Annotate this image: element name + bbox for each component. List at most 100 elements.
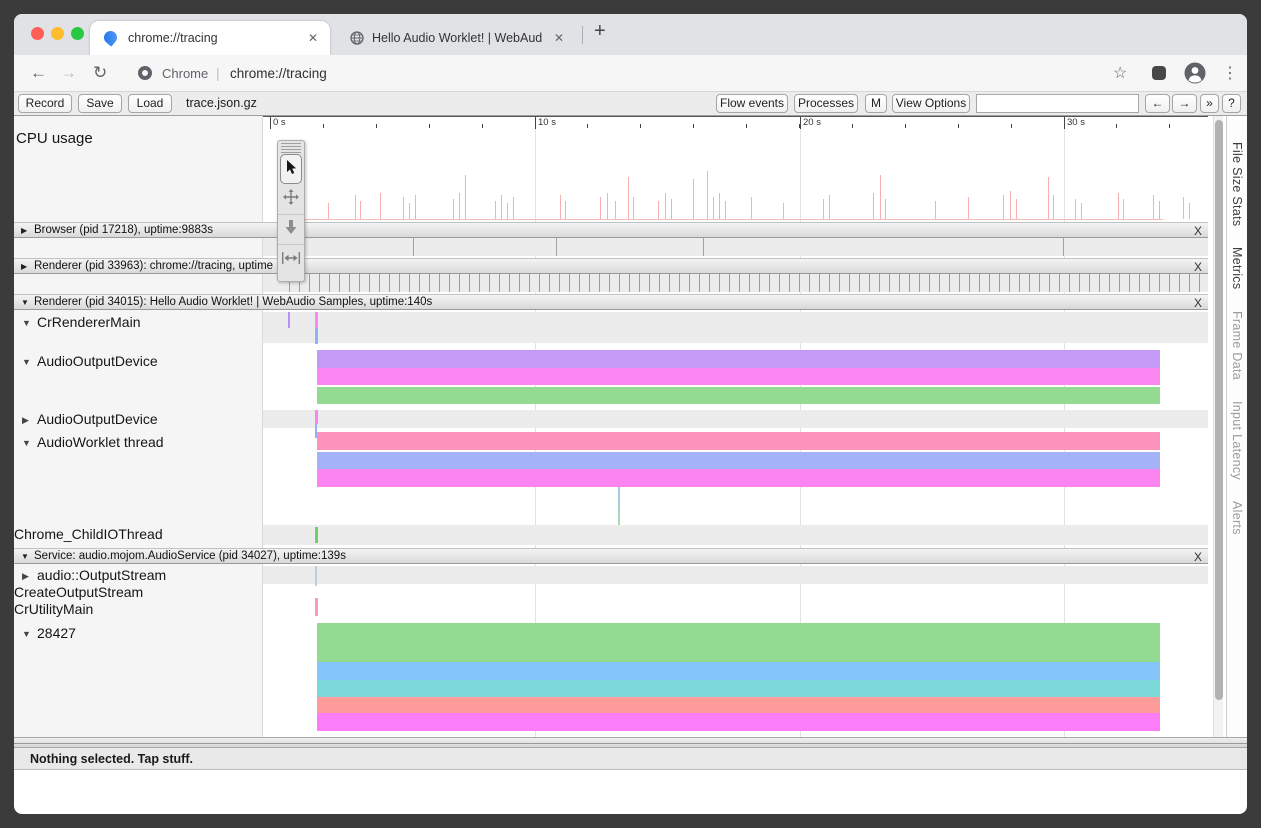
collapse-arrow-icon[interactable]: ▼: [22, 438, 37, 448]
slice-bar[interactable]: [317, 432, 1160, 450]
find-previous-button[interactable]: ←: [1145, 94, 1170, 113]
tab-tracing[interactable]: chrome://tracing ✕: [90, 21, 330, 55]
expand-arrow-icon[interactable]: ▶: [21, 226, 27, 235]
collapse-arrow-icon[interactable]: ▼: [21, 552, 29, 561]
trace-event[interactable]: [315, 566, 317, 586]
expand-arrow-icon[interactable]: ▶: [22, 415, 37, 426]
tab-close-icon[interactable]: ✕: [308, 31, 318, 45]
renderer-tracing-track[interactable]: [263, 274, 1208, 292]
selection-tool-button[interactable]: [280, 154, 302, 184]
track-view: 0 s10 s20 s30 s CPU usage ▶ Browser (pid…: [14, 116, 1247, 737]
slice-bar[interactable]: [317, 350, 1160, 368]
timing-tool-button[interactable]: [278, 245, 304, 275]
tab-close-icon[interactable]: ✕: [554, 31, 564, 45]
collapse-arrow-icon[interactable]: ▼: [22, 357, 37, 367]
slice-bar[interactable]: [317, 662, 1160, 680]
trace-event[interactable]: [315, 410, 318, 424]
minimize-window-button[interactable]: [51, 27, 64, 40]
close-track-icon[interactable]: X: [1194, 260, 1202, 274]
zoom-tool-button[interactable]: [278, 215, 304, 245]
tab-alerts[interactable]: Alerts: [1230, 501, 1244, 535]
palette-drag-handle[interactable]: [281, 143, 301, 153]
tab-frame-data[interactable]: Frame Data: [1230, 311, 1244, 380]
slice-bar[interactable]: [317, 697, 1160, 713]
vertical-scrollbar[interactable]: [1213, 116, 1223, 737]
trace-event[interactable]: [288, 312, 290, 328]
thread-label-audio-worklet[interactable]: ▼AudioWorklet thread: [22, 434, 164, 450]
collapse-arrow-icon[interactable]: ▼: [22, 318, 37, 328]
process-header-browser[interactable]: ▶ Browser (pid 17218), uptime:9883s X: [14, 222, 1208, 238]
zoom-window-button[interactable]: [71, 27, 84, 40]
time-ruler[interactable]: 0 s10 s20 s30 s: [263, 116, 1208, 128]
thread-label-create-output-stream[interactable]: CreateOutputStream: [14, 584, 143, 600]
collapse-arrow-icon[interactable]: ▼: [21, 298, 29, 307]
slice-bar[interactable]: [317, 387, 1160, 404]
analysis-resize-handle[interactable]: [14, 737, 1247, 748]
back-icon[interactable]: ←: [30, 63, 47, 83]
process-header-audio-service[interactable]: ▼ Service: audio.mojom.AudioService (pid…: [14, 548, 1208, 564]
view-options-button[interactable]: View Options: [892, 94, 970, 113]
slice-bar[interactable]: [317, 452, 1160, 469]
slice-bar[interactable]: [317, 469, 1160, 487]
thread-label-cr-renderer-main[interactable]: ▼CrRendererMain: [22, 314, 140, 330]
scrollbar-thumb[interactable]: [1215, 120, 1223, 700]
process-header-renderer-webaudio[interactable]: ▼ Renderer (pid 34015): Hello Audio Work…: [14, 294, 1208, 310]
trace-event[interactable]: [315, 598, 318, 616]
find-next-button[interactable]: →: [1172, 94, 1197, 113]
menu-kebab-icon[interactable]: ⋮: [1222, 63, 1238, 83]
find-input[interactable]: [976, 94, 1139, 113]
url-text[interactable]: chrome://tracing: [230, 66, 327, 81]
overflow-button[interactable]: »: [1200, 94, 1219, 113]
site-info-icon[interactable]: [138, 66, 152, 80]
tab-metrics[interactable]: Metrics: [1230, 247, 1244, 289]
new-tab-button[interactable]: +: [594, 20, 606, 43]
thread-label-audio-output-device-2[interactable]: ▶AudioOutputDevice: [22, 411, 158, 427]
reload-icon[interactable]: ↻: [93, 63, 107, 83]
process-header-renderer-tracing[interactable]: ▶ Renderer (pid 33963): chrome://tracing…: [14, 258, 1208, 274]
flow-events-button[interactable]: Flow events: [716, 94, 788, 113]
event-comb: [289, 274, 1208, 292]
help-button[interactable]: ?: [1222, 94, 1241, 113]
close-track-icon[interactable]: X: [1194, 296, 1202, 310]
trace-event[interactable]: [315, 312, 318, 328]
tab-file-size-stats[interactable]: File Size Stats: [1230, 142, 1244, 226]
slice-bar[interactable]: [317, 680, 1160, 697]
close-track-icon[interactable]: X: [1194, 550, 1202, 564]
extension-icon[interactable]: [1152, 66, 1166, 80]
collapse-arrow-icon[interactable]: ▼: [22, 629, 37, 639]
expand-arrow-icon[interactable]: ▶: [22, 571, 37, 582]
trace-event[interactable]: [315, 527, 318, 543]
slice-bar[interactable]: [317, 623, 1160, 662]
audio-output-device-2-track[interactable]: [263, 410, 1208, 428]
save-button[interactable]: Save: [78, 94, 122, 113]
processes-button[interactable]: Processes: [794, 94, 858, 113]
thread-label-audio-output-device[interactable]: ▼AudioOutputDevice: [22, 353, 158, 369]
thread-label-output-stream[interactable]: ▶audio::OutputStream: [22, 567, 166, 583]
load-button[interactable]: Load: [128, 94, 172, 113]
thread-label-28427[interactable]: ▼28427: [22, 625, 76, 641]
close-track-icon[interactable]: X: [1194, 224, 1202, 238]
slice-bar[interactable]: [317, 713, 1160, 731]
thread-label-chrome-child-io[interactable]: Chrome_ChildIOThread: [14, 526, 163, 542]
forward-icon[interactable]: →: [60, 63, 77, 83]
tab-webaudio[interactable]: Hello Audio Worklet! | WebAud ✕: [336, 21, 576, 55]
avatar[interactable]: [1184, 62, 1206, 89]
thread-name: CrRendererMain: [37, 314, 140, 330]
thread-name: CrUtilityMain: [14, 601, 93, 617]
metrics-button[interactable]: M: [865, 94, 887, 113]
record-button[interactable]: Record: [18, 94, 72, 113]
pan-tool-button[interactable]: [278, 185, 304, 215]
worklet-async-tick[interactable]: [618, 487, 620, 525]
output-stream-track[interactable]: [263, 566, 1208, 584]
trace-event[interactable]: [315, 328, 318, 344]
cpu-spike-layer[interactable]: [263, 128, 1208, 220]
expand-arrow-icon[interactable]: ▶: [21, 262, 27, 271]
close-window-button[interactable]: [31, 27, 44, 40]
thread-label-cr-utility-main[interactable]: CrUtilityMain: [14, 601, 93, 617]
bookmark-star-icon[interactable]: ☆: [1113, 63, 1127, 83]
browser-track[interactable]: [263, 238, 1208, 256]
cr-renderer-main-track[interactable]: [263, 312, 1208, 343]
chrome-child-io-track[interactable]: [263, 525, 1208, 545]
tab-input-latency[interactable]: Input Latency: [1230, 401, 1244, 480]
slice-bar[interactable]: [317, 368, 1160, 385]
